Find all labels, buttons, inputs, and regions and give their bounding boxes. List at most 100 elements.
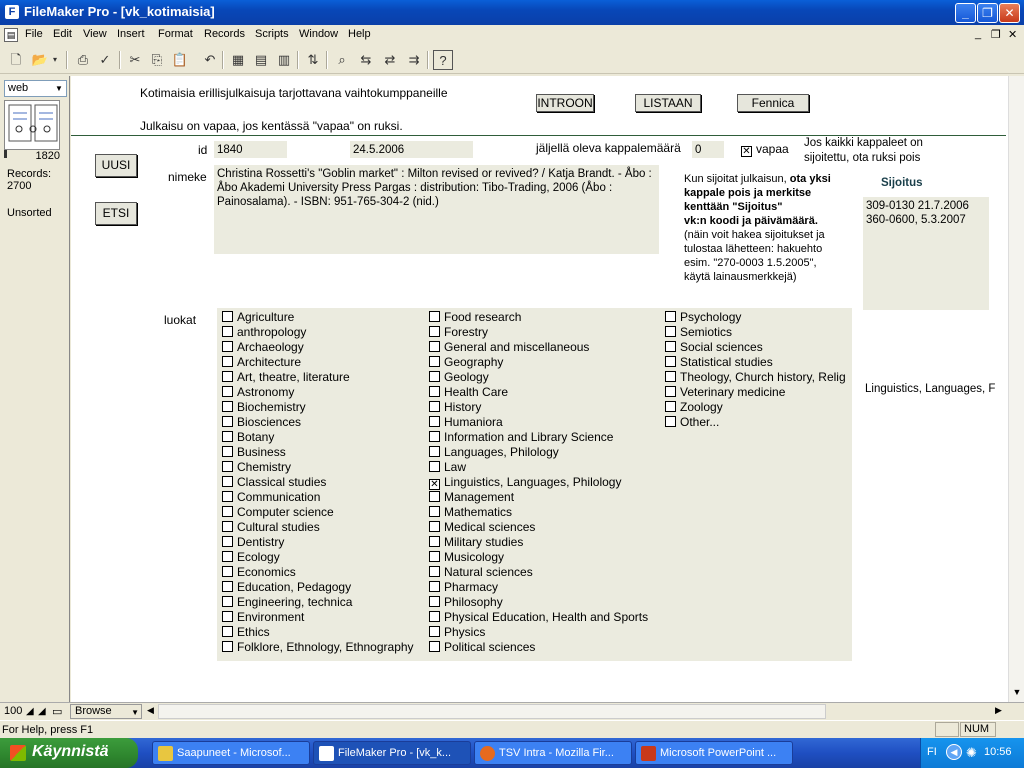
category-checkbox-item[interactable]: Musicology [429,550,504,565]
checkbox-box[interactable] [222,446,233,457]
document-icon[interactable]: ▤ [4,28,18,42]
category-checkbox-item[interactable]: Dentistry [222,535,284,550]
category-checkbox-item[interactable]: General and miscellaneous [429,340,589,355]
checkbox-box[interactable] [222,626,233,637]
task-firefox[interactable]: TSV Intra - Mozilla Fir... [474,741,632,765]
uusi-button[interactable]: UUSI [95,154,137,177]
mode-select[interactable]: Browse ▼ [70,704,142,719]
checkbox-box[interactable] [429,446,440,457]
language-indicator[interactable]: FI [927,746,937,758]
category-checkbox-item[interactable]: Business [222,445,286,460]
category-checkbox-item[interactable]: Information and Library Science [429,430,613,445]
checkbox-box[interactable] [222,551,233,562]
omit-icon[interactable]: ⇄ [380,50,400,70]
checkbox-box[interactable] [665,401,676,412]
category-checkbox-item[interactable]: History [429,400,481,415]
filemaker-app-icon[interactable]: F [5,5,19,19]
introon-button[interactable]: INTROON [536,94,594,112]
close-button[interactable]: ✕ [999,3,1020,23]
zoom-out-icon[interactable]: ◢ [26,706,34,717]
category-checkbox-item[interactable]: Architecture [222,355,301,370]
category-checkbox-item[interactable]: Ecology [222,550,280,565]
minimize-button[interactable]: _ [955,3,976,23]
vertical-scrollbar[interactable]: ▼ [1008,76,1024,702]
checkbox-box[interactable] [429,491,440,502]
category-checkbox-item[interactable]: Zoology [665,400,723,415]
category-checkbox-item[interactable]: anthropology [222,325,306,340]
menu-format[interactable]: Format [158,28,193,40]
checkbox-box[interactable] [429,506,440,517]
category-checkbox-item[interactable]: Physical Education, Health and Sports [429,610,648,625]
undo-icon[interactable]: ↶ [200,50,220,70]
checkbox-box[interactable] [222,506,233,517]
start-button[interactable]: Käynnistä [0,738,138,768]
checkbox-box[interactable] [222,536,233,547]
zoom-in-icon[interactable]: ◢ [38,706,46,717]
category-checkbox-item[interactable]: Law [429,460,466,475]
status-area-toggle-icon[interactable]: ▭ [52,705,62,718]
category-checkbox-item[interactable]: Environment [222,610,304,625]
task-filemaker[interactable]: FileMaker Pro - [vk_k... [313,741,471,765]
category-checkbox-item[interactable]: Astronomy [222,385,294,400]
scroll-right-icon[interactable]: ▶ [995,705,1002,716]
category-checkbox-item[interactable]: Humaniora [429,415,503,430]
maximize-button[interactable]: ❐ [977,3,998,23]
listaan-button[interactable]: LISTAAN [635,94,701,112]
record-slider-thumb[interactable] [4,150,7,158]
help-icon[interactable]: ? [433,50,453,70]
checkbox-box[interactable] [429,311,440,322]
checkbox-box[interactable] [429,371,440,382]
checkbox-box[interactable] [222,581,233,592]
checkbox-box[interactable] [222,476,233,487]
menu-file[interactable]: File [25,28,43,40]
paste-icon[interactable]: 📋 [170,50,190,70]
checkbox-box[interactable] [665,416,676,427]
checkbox-box[interactable] [429,401,440,412]
category-checkbox-item[interactable]: Statistical studies [665,355,773,370]
task-outlook[interactable]: Saapuneet - Microsof... [152,741,310,765]
open-folder-icon[interactable]: 📂 [30,50,50,70]
category-checkbox-item[interactable]: Computer science [222,505,334,520]
menu-help[interactable]: Help [348,28,371,40]
checkbox-box[interactable] [429,566,440,577]
category-checkbox-item[interactable]: Theology, Church history, Relig [665,370,846,385]
checkbox-box[interactable] [222,566,233,577]
category-checkbox-item[interactable]: Other... [665,415,719,430]
checkbox-box[interactable] [665,386,676,397]
category-checkbox-item[interactable]: Physics [429,625,485,640]
sort-icon[interactable]: ⇅ [303,50,323,70]
checkbox-box[interactable] [222,311,233,322]
checkbox-box[interactable] [222,431,233,442]
checkbox-box[interactable]: ✕ [429,479,440,490]
category-checkbox-item[interactable]: Cultural studies [222,520,320,535]
record-number[interactable]: 1820 [8,150,60,162]
fennica-button[interactable]: Fennica [737,94,809,112]
date-field[interactable]: 24.5.2006 [350,141,473,158]
category-checkbox-item[interactable]: Social sciences [665,340,763,355]
category-checkbox-item[interactable]: Communication [222,490,320,505]
checkbox-box[interactable] [222,416,233,427]
show-all-icon[interactable]: ⇆ [356,50,376,70]
mdi-close-icon[interactable]: ✕ [1008,28,1017,41]
checkbox-box[interactable] [429,626,440,637]
checkbox-box[interactable] [429,551,440,562]
category-checkbox-item[interactable]: ✕ Linguistics, Languages, Philology [429,475,621,490]
category-checkbox-item[interactable]: Agriculture [222,310,294,325]
duplicate-record-icon[interactable]: ▤ [251,50,271,70]
checkbox-box[interactable] [665,341,676,352]
category-checkbox-item[interactable]: Semiotics [665,325,732,340]
checkbox-box[interactable] [222,401,233,412]
category-checkbox-item[interactable]: Biochemistry [222,400,306,415]
checkbox-box[interactable] [429,326,440,337]
checkbox-box[interactable] [429,431,440,442]
menu-window[interactable]: Window [299,28,338,40]
find-icon[interactable]: ⌕ [332,50,352,70]
category-checkbox-item[interactable]: Geography [429,355,503,370]
category-checkbox-item[interactable]: Botany [222,430,274,445]
category-checkbox-item[interactable]: Engineering, technica [222,595,352,610]
nimeke-field[interactable]: Christina Rossetti's "Goblin market" : M… [214,165,659,254]
category-checkbox-item[interactable]: Ethics [222,625,270,640]
delete-record-icon[interactable]: ▥ [274,50,294,70]
checkbox-box[interactable] [665,356,676,367]
checkbox-box[interactable] [429,461,440,472]
